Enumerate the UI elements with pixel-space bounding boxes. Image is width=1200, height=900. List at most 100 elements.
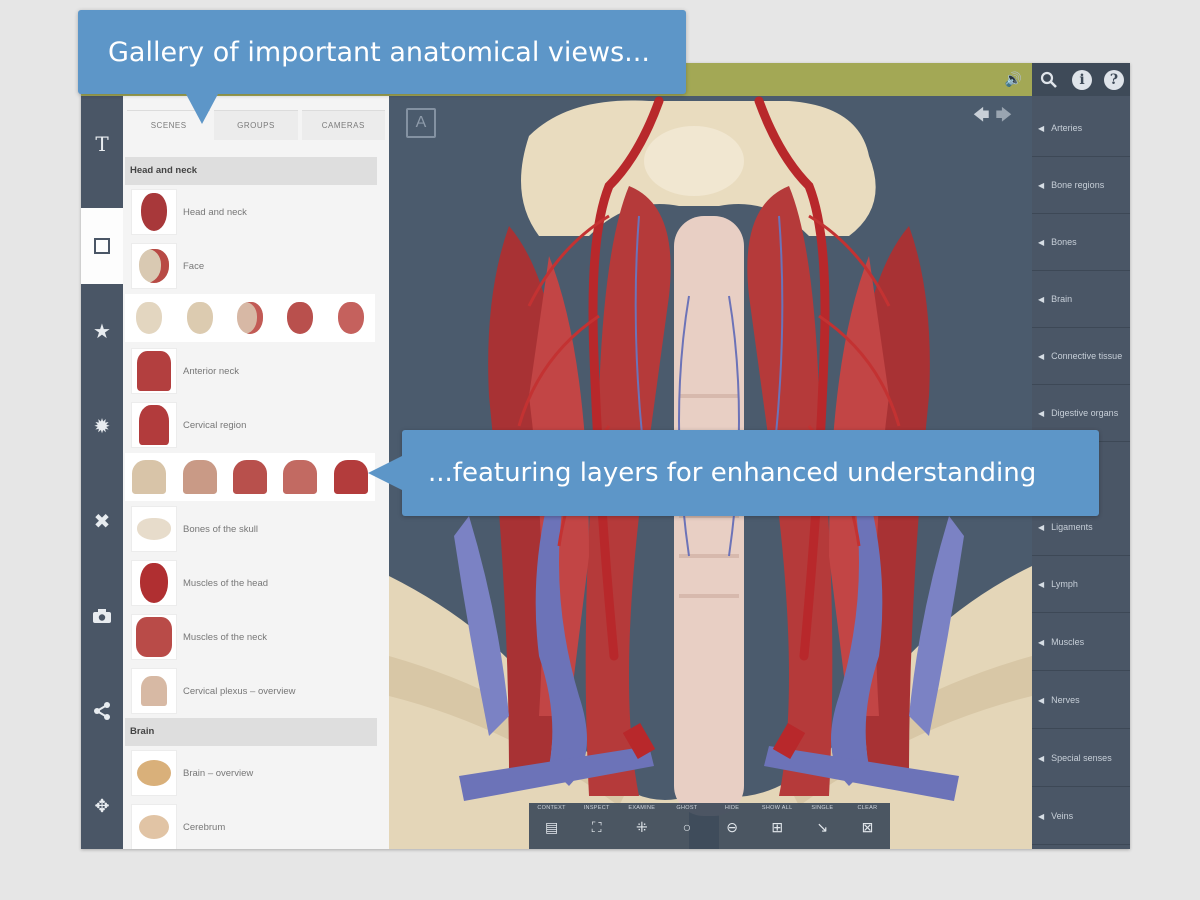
camera-icon <box>93 609 111 623</box>
list-item[interactable]: Muscles of the neck <box>131 612 379 662</box>
category-item[interactable]: ◀ Special senses <box>1032 730 1130 787</box>
scene-thumbnail <box>131 804 177 849</box>
chevron-left-icon: ◀ <box>1038 237 1045 247</box>
info-icon[interactable]: i <box>1072 69 1092 90</box>
scene-label: Muscles of the neck <box>183 631 267 643</box>
category-label: Connective tissue <box>1051 351 1123 361</box>
layer-thumbnail[interactable] <box>175 453 224 501</box>
scene-label: Face <box>183 260 205 272</box>
layer-thumbnail[interactable] <box>276 294 325 342</box>
callout-text: ...featuring layers for enhanced underst… <box>428 458 1037 488</box>
scene-thumbnail <box>131 614 177 660</box>
list-item[interactable]: Muscles of the head <box>131 558 379 608</box>
chevron-left-icon: ◀ <box>1038 579 1045 589</box>
category-label: Muscles <box>1051 637 1085 647</box>
scene-thumbnail <box>131 189 177 235</box>
chevron-left-icon: ◀ <box>1038 123 1045 133</box>
category-item[interactable]: ◀ Muscles <box>1032 614 1130 671</box>
category-label: Brain <box>1051 294 1073 304</box>
category-label: Bones <box>1051 237 1077 247</box>
camera-button[interactable] <box>81 586 123 646</box>
panel-tabs: SCENES GROUPS CAMERAS <box>123 96 389 154</box>
category-label: Digestive organs <box>1051 408 1119 418</box>
scene-label: Brain – overview <box>183 767 254 779</box>
layer-thumbnail[interactable] <box>175 294 224 342</box>
clear-icon: ⊠ <box>861 819 874 835</box>
category-item[interactable]: ◀ Arteries <box>1032 100 1130 157</box>
category-label: Nerves <box>1051 695 1080 705</box>
layer-thumbnail[interactable] <box>225 294 275 342</box>
category-item[interactable]: ◀ Lymph <box>1032 556 1130 613</box>
category-label: Special senses <box>1051 753 1112 763</box>
single-tool[interactable]: SINGLE ↘ <box>800 803 845 849</box>
settings-button[interactable]: ✹ <box>81 396 123 456</box>
chevron-left-icon: ◀ <box>1038 637 1045 647</box>
speaker-icon[interactable]: 🔊 <box>1005 71 1022 88</box>
list-item[interactable]: Head and neck <box>131 187 379 237</box>
inspect-icon: ⛶ <box>591 819 602 835</box>
layer-thumbnail[interactable] <box>125 453 174 501</box>
list-item[interactable]: Cervical plexus – overview <box>131 666 379 716</box>
scenes-button[interactable] <box>81 208 123 284</box>
category-item[interactable]: ◀ Bone regions <box>1032 157 1130 214</box>
layer-strip <box>125 294 376 342</box>
list-item[interactable]: Brain – overview <box>131 748 379 798</box>
section-header: Brain <box>125 718 377 746</box>
inspect-tool[interactable]: INSPECT ⛶ <box>574 803 619 849</box>
annotation-toggle-button[interactable]: A <box>406 108 436 138</box>
ghost-icon: ○ <box>682 819 692 835</box>
examine-tool[interactable]: EXAMINE ⁜ <box>619 803 664 849</box>
layer-strip <box>125 453 376 501</box>
list-item[interactable]: Cervical region <box>131 400 379 450</box>
scenes-panel: SCENES GROUPS CAMERAS Head and neck Head… <box>123 96 389 849</box>
gear-icon: ✹ <box>93 415 111 438</box>
share-icon <box>94 702 110 720</box>
chevron-left-icon: ◀ <box>1038 695 1045 705</box>
share-button[interactable] <box>81 681 123 741</box>
list-item[interactable]: Anterior neck <box>131 346 379 396</box>
help-icon[interactable]: ? <box>1104 69 1124 90</box>
tool-label: INSPECT <box>583 805 610 811</box>
search-icon[interactable] <box>1038 69 1060 91</box>
callout-text: Gallery of important anatomical views... <box>108 36 650 68</box>
scene-label: Bones of the skull <box>183 523 258 535</box>
layer-thumbnail[interactable] <box>225 453 275 501</box>
tab-cameras[interactable]: CAMERAS <box>301 110 385 140</box>
star-icon: ★ <box>93 320 111 343</box>
tab-groups[interactable]: GROUPS <box>214 110 298 140</box>
layer-thumbnail[interactable] <box>326 294 376 342</box>
chevron-left-icon: ◀ <box>1038 522 1045 532</box>
ghost-tool[interactable]: GHOST ○ <box>664 803 709 849</box>
layer-thumbnail[interactable] <box>276 453 325 501</box>
category-item[interactable]: ◀ Nerves <box>1032 672 1130 729</box>
tool-label: SHOW ALL <box>761 805 793 811</box>
scene-label: Cerebrum <box>183 821 226 833</box>
hide-tool[interactable]: HIDE ⊖ <box>710 803 755 849</box>
list-item[interactable]: Cerebrum <box>131 802 379 849</box>
list-item[interactable]: Face <box>131 241 379 291</box>
tool-label: CLEAR <box>857 805 878 811</box>
top-icon-bar: i ? <box>1032 63 1130 96</box>
clear-tool[interactable]: CLEAR ⊠ <box>845 803 890 849</box>
show-all-tool[interactable]: SHOW ALL ⊞ <box>755 803 800 849</box>
move-button[interactable]: ✥ <box>81 776 123 836</box>
chevron-left-icon: ◀ <box>1038 408 1045 418</box>
back-arrow-icon[interactable]: 🡄 <box>973 107 996 124</box>
list-item[interactable]: Bones of the skull <box>131 504 379 554</box>
move-icon: ✥ <box>94 795 110 816</box>
scene-label: Muscles of the head <box>183 577 269 589</box>
tool-label: EXAMINE <box>628 805 656 811</box>
text-tool-button[interactable]: T <box>81 114 123 174</box>
category-item[interactable]: ◀ Bones <box>1032 214 1130 271</box>
context-tool[interactable]: CONTEXT ▤ <box>529 803 574 849</box>
scene-thumbnail <box>131 402 177 448</box>
category-label: Ligaments <box>1051 522 1093 532</box>
category-item[interactable]: ◀ Veins <box>1032 788 1130 845</box>
category-item[interactable]: ◀ Connective tissue <box>1032 328 1130 385</box>
forward-arrow-icon[interactable]: 🡆 <box>995 107 1018 124</box>
favorites-button[interactable]: ★ <box>81 301 123 361</box>
tools-button[interactable]: ✖ <box>81 491 123 551</box>
layer-thumbnail[interactable] <box>125 294 174 342</box>
category-item[interactable]: ◀ Brain <box>1032 271 1130 328</box>
chevron-left-icon: ◀ <box>1038 180 1045 190</box>
